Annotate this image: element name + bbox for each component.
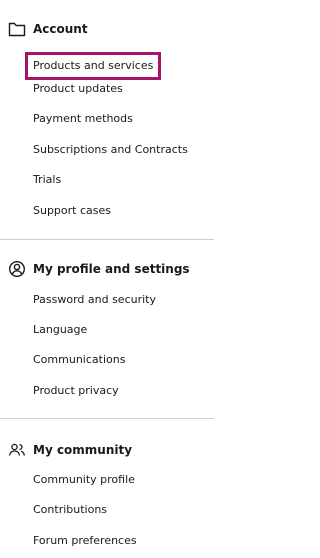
user-circle-icon <box>8 260 26 278</box>
nav-item-password-and-security[interactable]: Password and security <box>33 293 156 307</box>
folder-icon <box>8 20 26 38</box>
nav-item-communications[interactable]: Communications <box>33 353 125 367</box>
account-section-header: Account <box>8 20 88 38</box>
nav-item-community-profile[interactable]: Community profile <box>33 473 135 487</box>
community-section-title: My community <box>33 443 133 457</box>
nav-item-products-and-services[interactable]: Products and services <box>25 52 162 80</box>
nav-item-contributions[interactable]: Contributions <box>33 503 107 517</box>
users-icon <box>8 441 26 459</box>
nav-item-product-updates[interactable]: Product updates <box>33 82 123 96</box>
section-divider <box>0 239 214 240</box>
nav-item-language[interactable]: Language <box>33 323 87 337</box>
nav-item-trials[interactable]: Trials <box>33 173 61 187</box>
nav-item-subscriptions-and-contracts[interactable]: Subscriptions and Contracts <box>33 143 188 157</box>
section-divider <box>0 418 214 419</box>
nav-item-support-cases[interactable]: Support cases <box>33 204 111 218</box>
nav-item-product-privacy[interactable]: Product privacy <box>33 384 119 398</box>
account-section-title: Account <box>33 22 88 36</box>
profile-section-header: My profile and settings <box>8 260 190 278</box>
nav-item-forum-preferences[interactable]: Forum preferences <box>33 534 137 548</box>
nav-item-payment-methods[interactable]: Payment methods <box>33 112 133 126</box>
community-section-header: My community <box>8 441 132 459</box>
profile-section-title: My profile and settings <box>33 262 190 276</box>
